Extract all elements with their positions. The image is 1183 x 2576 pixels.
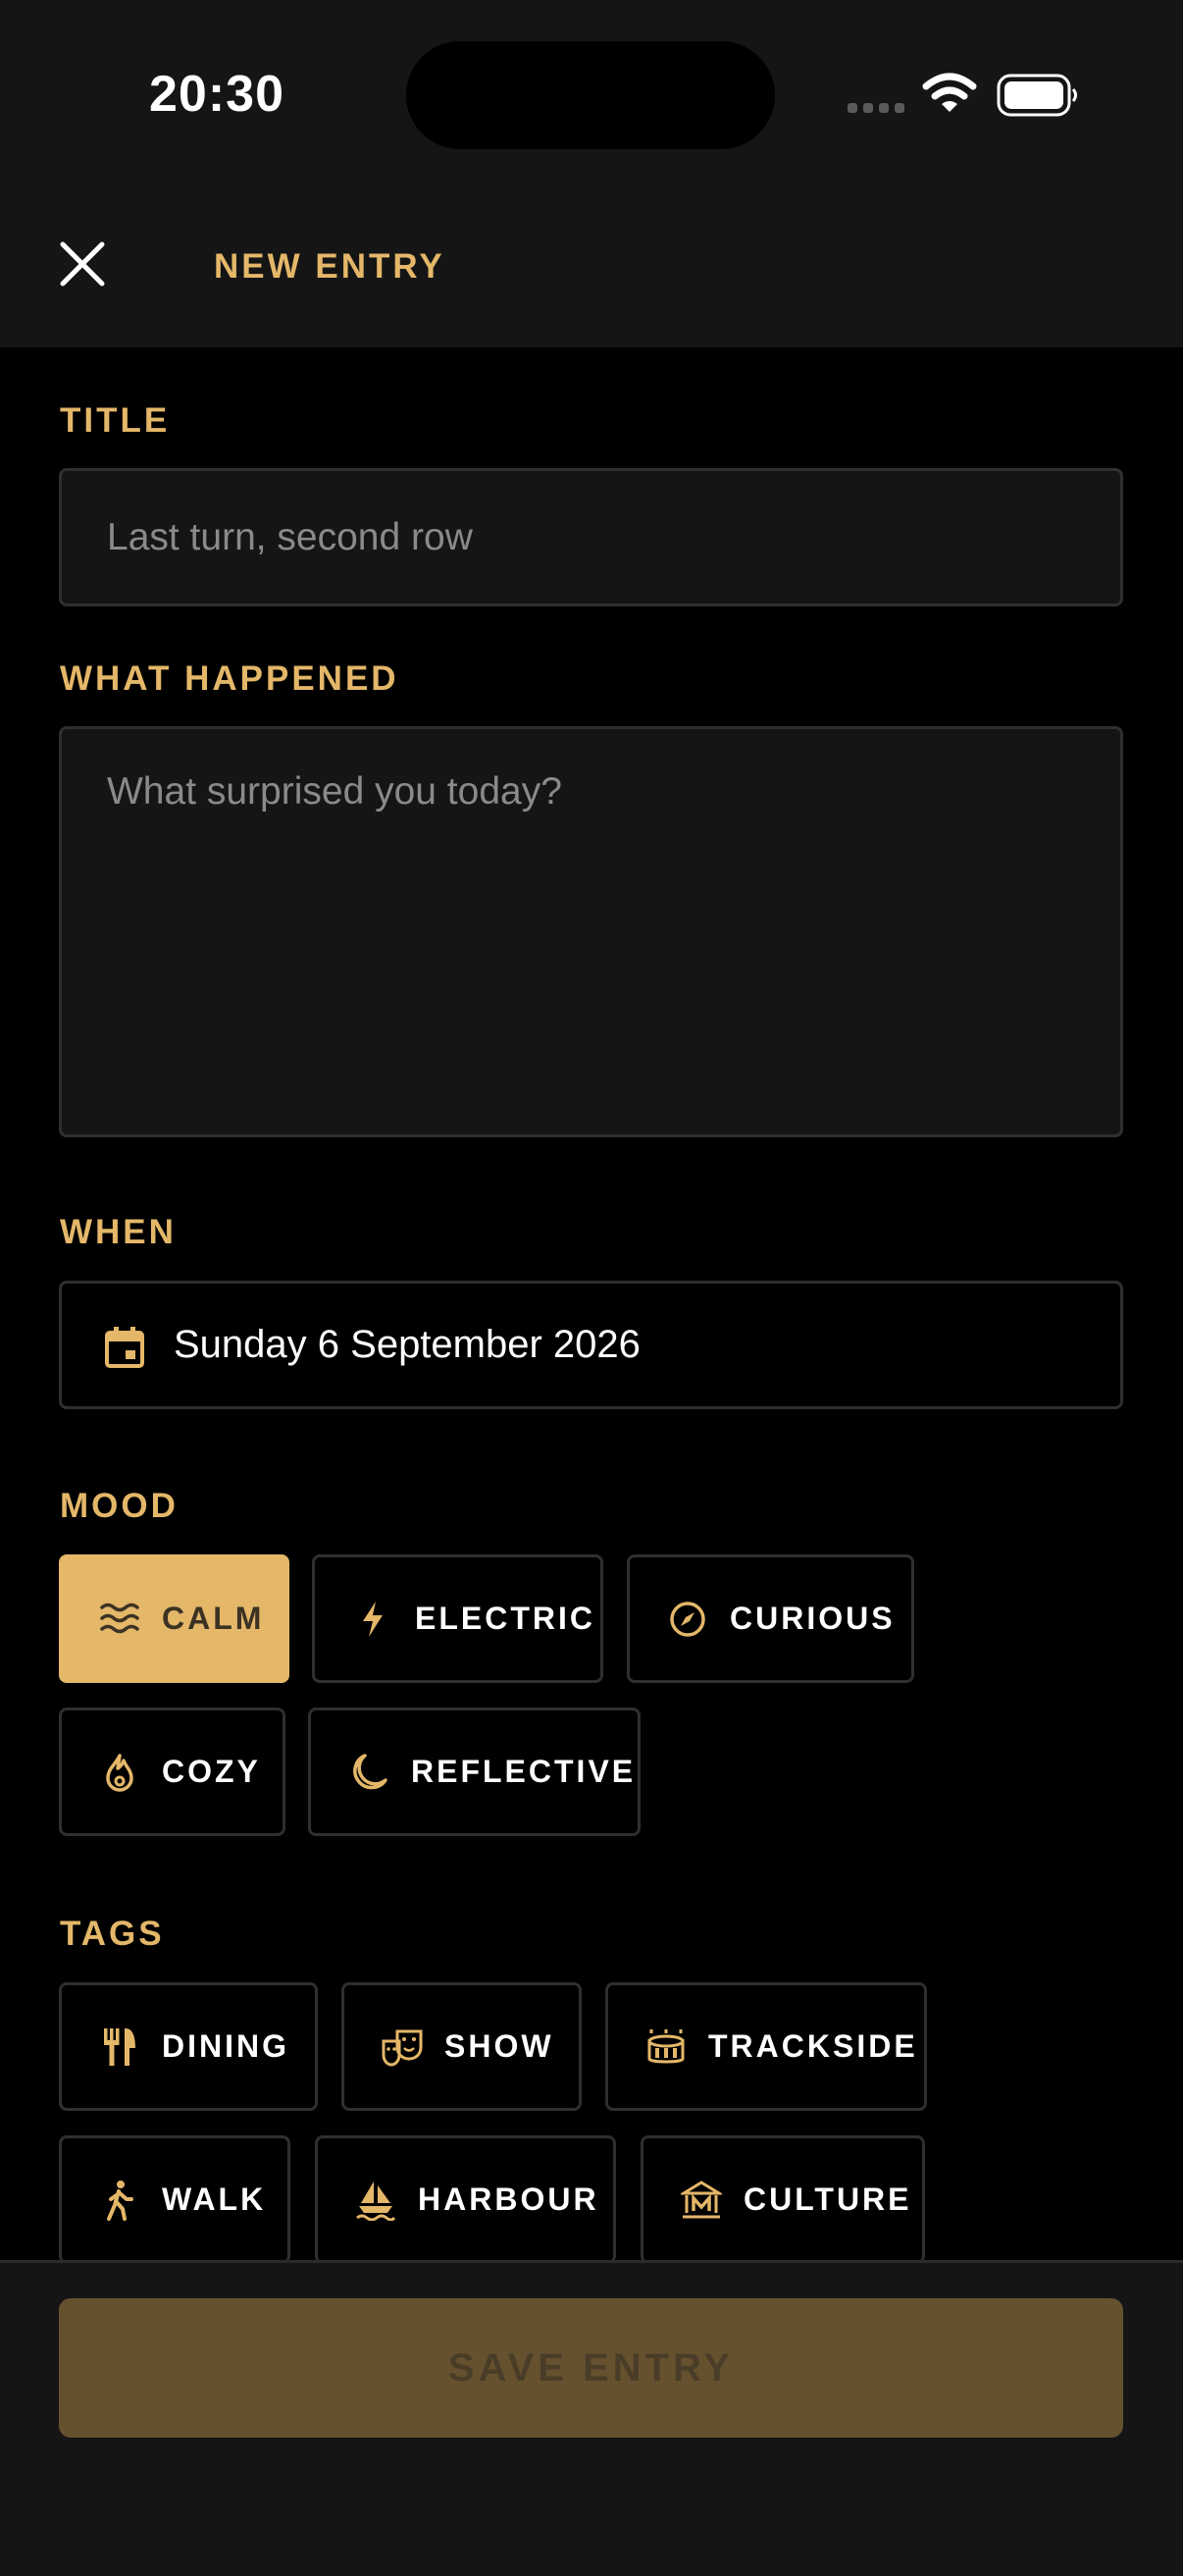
- mood-chip-label: ELECTRIC: [415, 1601, 595, 1636]
- page-title: NEW ENTRY: [214, 247, 445, 286]
- tag-chip-label: HARBOUR: [418, 2182, 599, 2217]
- dynamic-island: [406, 41, 775, 149]
- mood-chip-calm[interactable]: CALM: [59, 1554, 289, 1683]
- waves-icon: [99, 1599, 140, 1640]
- battery-icon: [997, 74, 1077, 117]
- theater-masks-icon: [382, 2026, 423, 2068]
- tag-chip-culture[interactable]: CULTURE: [641, 2135, 925, 2264]
- tag-chip-label: TRACKSIDE: [708, 2028, 918, 2064]
- title-input[interactable]: [59, 468, 1123, 606]
- flame-icon: [99, 1752, 140, 1793]
- mood-chip-reflective[interactable]: REFLECTIVE: [308, 1708, 641, 1836]
- mood-chip-label: CALM: [162, 1601, 265, 1636]
- when-label: WHEN: [60, 1213, 177, 1251]
- app-header: [0, 186, 1183, 347]
- title-label: TITLE: [60, 401, 171, 440]
- close-icon[interactable]: [55, 237, 110, 291]
- tag-chip-dining[interactable]: DINING: [59, 1982, 318, 2111]
- date-picker[interactable]: Sunday 6 September 2026: [59, 1281, 1123, 1409]
- walking-icon: [99, 2180, 140, 2221]
- cellular-signal-icon: [848, 103, 904, 113]
- tag-chip-label: DINING: [162, 2028, 289, 2064]
- mood-chip-label: CURIOUS: [730, 1601, 896, 1636]
- lightning-icon: [352, 1599, 393, 1640]
- mood-chip-cozy[interactable]: COZY: [59, 1708, 285, 1836]
- tag-chip-show[interactable]: SHOW: [341, 1982, 582, 2111]
- tag-chip-label: SHOW: [444, 2028, 554, 2064]
- save-entry-button[interactable]: SAVE ENTRY: [59, 2298, 1123, 2438]
- body-label: WHAT HAPPENED: [60, 659, 399, 698]
- tag-chip-trackside[interactable]: TRACKSIDE: [605, 1982, 927, 2111]
- body-textarea[interactable]: [59, 726, 1123, 1137]
- compass-icon: [667, 1599, 708, 1640]
- tag-chip-harbour[interactable]: HARBOUR: [315, 2135, 616, 2264]
- tag-chip-walk[interactable]: WALK: [59, 2135, 290, 2264]
- status-time: 20:30: [149, 66, 284, 123]
- mood-chip-label: COZY: [162, 1754, 261, 1789]
- mood-chip-electric[interactable]: ELECTRIC: [312, 1554, 603, 1683]
- mood-chip-curious[interactable]: CURIOUS: [627, 1554, 914, 1683]
- calendar-icon: [105, 1327, 144, 1368]
- date-value: Sunday 6 September 2026: [174, 1323, 641, 1366]
- mood-chip-label: REFLECTIVE: [411, 1754, 637, 1789]
- mood-label: MOOD: [60, 1487, 179, 1525]
- fork-knife-icon: [99, 2026, 140, 2068]
- tags-label: TAGS: [60, 1915, 165, 1953]
- wifi-icon: [922, 73, 977, 112]
- sailboat-icon: [355, 2180, 396, 2221]
- moon-icon: [348, 1752, 389, 1793]
- tag-chip-label: CULTURE: [744, 2182, 912, 2217]
- museum-icon: [681, 2180, 722, 2221]
- stadium-icon: [645, 2026, 687, 2068]
- tag-chip-label: WALK: [162, 2182, 267, 2217]
